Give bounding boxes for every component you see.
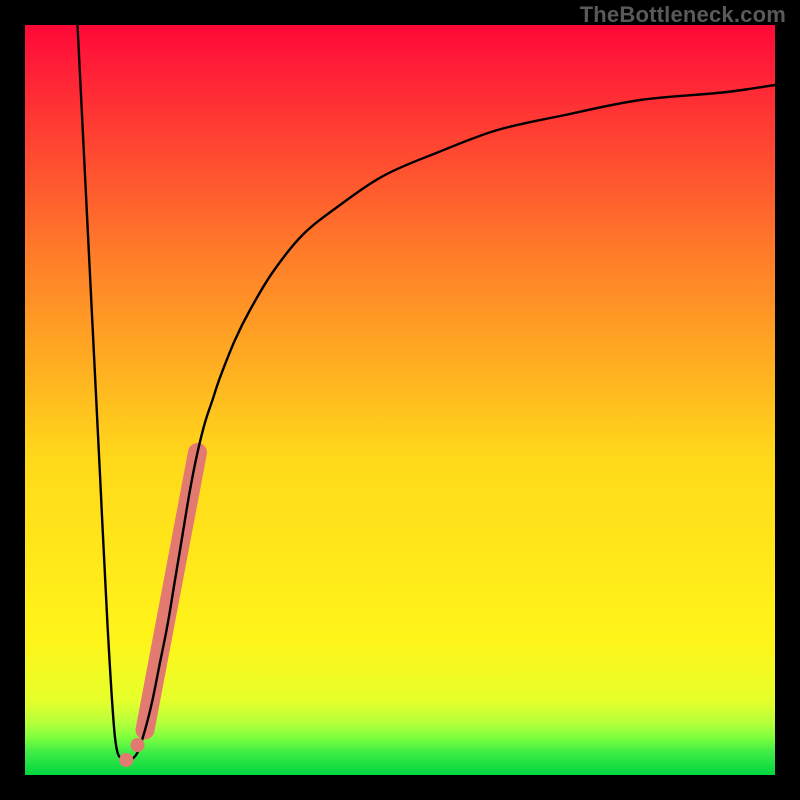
plot-area [25, 25, 775, 775]
attribution-text: TheBottleneck.com [580, 2, 786, 28]
accent-dot-0 [119, 753, 133, 767]
bottleneck-chart [0, 0, 800, 800]
chart-stage: TheBottleneck.com [0, 0, 800, 800]
accent-dot-1 [131, 738, 145, 752]
